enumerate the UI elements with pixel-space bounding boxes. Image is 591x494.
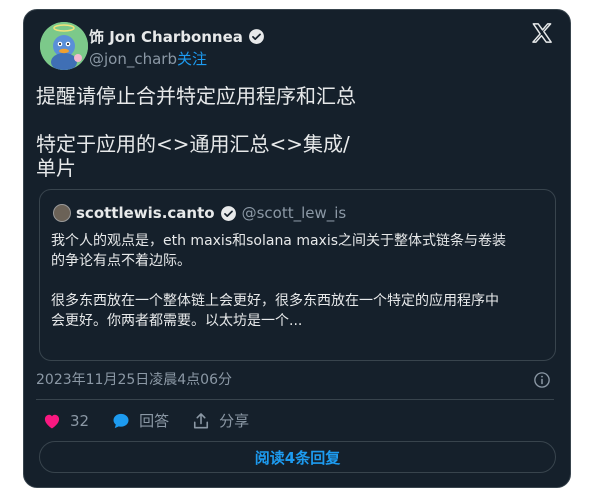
follow-button[interactable]: 关注 <box>177 50 207 68</box>
quoted-line: 我个人的观点是，eth maxis和solana maxis之间关于整体式链条与… <box>51 233 507 249</box>
share-button[interactable]: 分享 <box>191 410 249 431</box>
info-icon[interactable] <box>533 371 551 389</box>
action-bar: 32 回答 分享 <box>42 410 271 431</box>
reply-button[interactable]: 回答 <box>111 410 169 431</box>
quoted-line: 很多东西放在一个整体链上会更好，很多东西放在一个特定的应用程序中 <box>51 293 499 309</box>
tweet-gap <box>36 108 556 132</box>
speech-bubble-icon <box>113 413 129 428</box>
author-avatar[interactable] <box>40 22 88 70</box>
like-button[interactable]: 32 <box>42 411 89 431</box>
heart-icon <box>44 414 60 428</box>
share-icon <box>194 412 209 428</box>
author-name-row: 饰 Jon Charbonnea <box>89 26 265 47</box>
quoted-text: 我个人的观点是，eth maxis和solana maxis之间关于整体式链条与… <box>51 231 546 331</box>
reply-label: 回答 <box>139 412 170 430</box>
quoted-line: 的争论有点不着边际。 <box>51 253 191 269</box>
author-handle-row: @jon_charb关注 <box>89 48 207 69</box>
tweet-line: 单片 <box>36 156 76 180</box>
tweet-line: 特定于应用的<>通用汇总<>集成/ <box>36 132 350 156</box>
quoted-handle: @scott_lew_is <box>241 204 347 222</box>
tweet-card: 饰 Jon Charbonnea @jon_charb关注 提醒请停止合并特定应… <box>23 9 571 488</box>
author-name[interactable]: 饰 Jon Charbonnea <box>89 26 243 47</box>
quoted-tweet[interactable]: scottlewis.canto @scott_lew_is 我个人的观点是，e… <box>39 189 556 361</box>
tweet-line: 提醒请停止合并特定应用程序和汇总 <box>36 84 356 108</box>
divider <box>36 399 554 400</box>
quoted-gap <box>51 271 546 291</box>
quoted-line: 会更好。你两者都需要。以太坊是一个... <box>51 313 303 329</box>
share-label: 分享 <box>219 412 250 430</box>
quoted-header: scottlewis.canto @scott_lew_is <box>53 204 346 222</box>
author-handle[interactable]: @jon_charb <box>89 50 177 68</box>
quoted-name: scottlewis.canto <box>76 204 215 222</box>
timestamp[interactable]: 2023年11月25日凌晨4点06分 <box>36 369 232 389</box>
tweet-text: 提醒请停止合并特定应用程序和汇总 特定于应用的<>通用汇总<>集成/ 单片 <box>36 84 556 180</box>
quoted-avatar <box>53 204 71 222</box>
like-count: 32 <box>70 411 90 430</box>
x-logo-icon[interactable] <box>531 22 553 44</box>
verified-badge-icon <box>220 205 236 221</box>
verified-badge-icon <box>248 29 264 44</box>
read-replies-button[interactable]: 阅读4条回复 <box>39 441 556 473</box>
